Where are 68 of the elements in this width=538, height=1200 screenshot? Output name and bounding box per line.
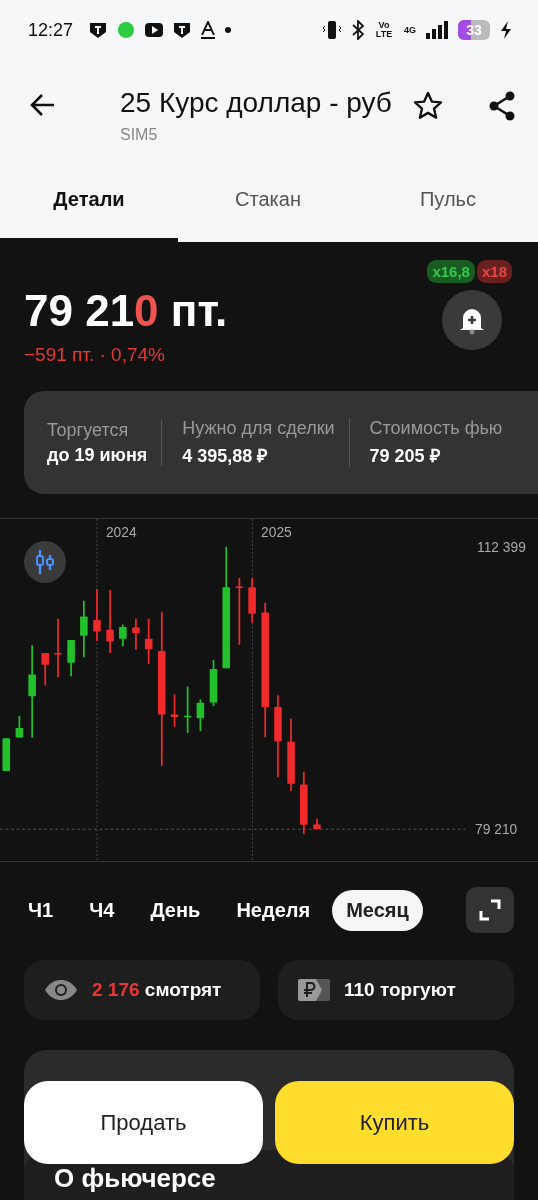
vibrate-icon bbox=[322, 20, 342, 40]
candle bbox=[80, 599, 88, 659]
chat-icon bbox=[117, 21, 136, 39]
eye-icon bbox=[44, 979, 78, 1001]
info-label: Нужно для сделки bbox=[182, 418, 335, 439]
candle bbox=[209, 659, 218, 708]
expand-icon bbox=[479, 899, 501, 921]
candle bbox=[313, 817, 321, 830]
text-icon bbox=[201, 21, 216, 39]
last-price-label: 79 210 bbox=[475, 822, 518, 838]
ticker-label: SIM5 bbox=[120, 125, 159, 144]
signal-icon bbox=[426, 21, 448, 39]
candle bbox=[119, 623, 127, 648]
shield-icon bbox=[173, 21, 192, 39]
candle bbox=[248, 577, 256, 624]
price-axis-label: 112 399 bbox=[477, 539, 526, 555]
price: 79 210 пт. bbox=[24, 286, 228, 336]
period-tab[interactable]: Ч1 bbox=[24, 889, 68, 931]
candle bbox=[235, 577, 244, 646]
info-value: 4 395,88 ₽ bbox=[182, 445, 269, 467]
candle bbox=[54, 617, 62, 679]
period-tab[interactable]: Ч4 bbox=[75, 889, 129, 931]
candle bbox=[93, 588, 101, 642]
info-label: Стоимость фью bbox=[369, 418, 503, 439]
add-alert-button[interactable] bbox=[442, 290, 502, 350]
year-label: 2025 bbox=[261, 524, 292, 540]
candle bbox=[67, 639, 75, 678]
candle bbox=[15, 715, 24, 739]
period-tab[interactable]: Месяц bbox=[332, 889, 423, 931]
candle bbox=[183, 685, 192, 734]
shield-icon bbox=[89, 21, 108, 39]
network-label: 4G bbox=[404, 25, 416, 35]
candles-icon bbox=[34, 549, 56, 575]
traders-count: 110 торгуют bbox=[344, 979, 456, 1001]
candle bbox=[144, 617, 153, 665]
candle bbox=[196, 698, 205, 733]
viewers-count: 2 176 смотрят bbox=[92, 979, 222, 1001]
period-tab[interactable]: Неделя bbox=[222, 889, 325, 931]
section-title: О фьючерсе bbox=[54, 1164, 216, 1193]
tab[interactable]: Детали bbox=[0, 160, 178, 242]
candle bbox=[106, 589, 114, 654]
tab[interactable]: Стакан bbox=[178, 160, 358, 242]
period-tab[interactable]: День bbox=[136, 889, 215, 931]
candle bbox=[41, 652, 50, 687]
leverage-badge: x18 bbox=[476, 260, 512, 283]
instrument-title: 25 Курс доллар - руб bbox=[120, 86, 392, 120]
sell-button[interactable]: Продать bbox=[24, 1081, 263, 1164]
candle bbox=[300, 770, 308, 835]
volte-label: Vo LTE bbox=[374, 21, 394, 39]
tab[interactable]: Пульс bbox=[358, 160, 538, 242]
leverage-badge: x16,8 bbox=[427, 260, 475, 283]
price-change: −591 пт. · 0,74% bbox=[24, 344, 166, 366]
info-value: 79 205 ₽ bbox=[369, 445, 441, 467]
indicators-button[interactable] bbox=[24, 541, 66, 583]
year-label: 2024 bbox=[105, 524, 137, 540]
candle bbox=[132, 617, 140, 651]
buy-button[interactable]: Купить bbox=[275, 1081, 514, 1164]
charging-icon bbox=[500, 21, 512, 39]
ruble-tag-icon bbox=[298, 979, 330, 1001]
clock: 12:27 bbox=[28, 19, 74, 41]
info-value: до 19 июня bbox=[47, 444, 148, 466]
dot-icon bbox=[225, 27, 232, 33]
bluetooth-icon bbox=[352, 20, 364, 40]
fullscreen-button[interactable] bbox=[466, 887, 514, 933]
play-icon bbox=[145, 21, 164, 39]
candle bbox=[170, 693, 179, 728]
candle bbox=[2, 737, 11, 772]
info-label: Торгуется bbox=[47, 419, 130, 441]
